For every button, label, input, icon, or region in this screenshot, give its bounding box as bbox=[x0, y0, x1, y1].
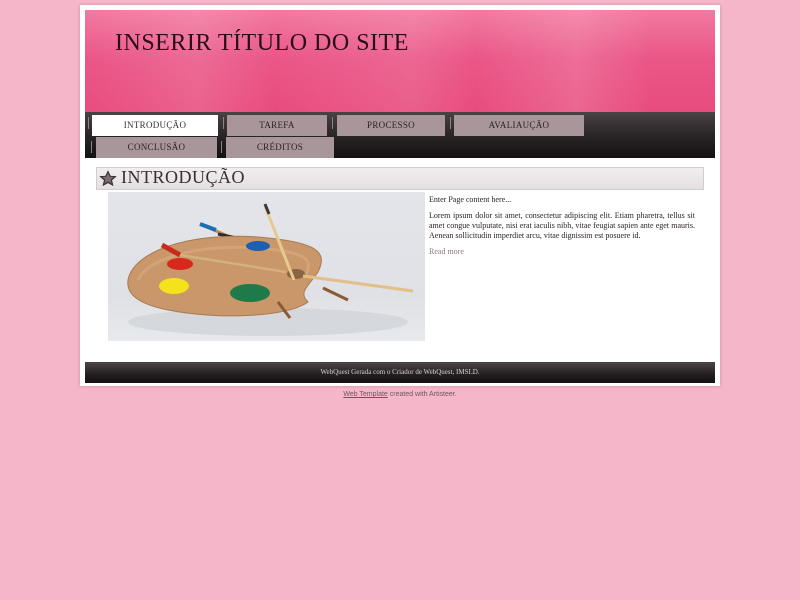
star-icon bbox=[99, 170, 117, 186]
page-content: Enter Page content here... Lorem ipsum d… bbox=[429, 195, 695, 257]
content-intro: Enter Page content here... bbox=[429, 195, 512, 204]
main-nav: INTRODUÇÃO TAREFA PROCESSO AVALIAUÇÃO CO… bbox=[85, 112, 715, 158]
tab-creditos[interactable]: CRÉDITOS bbox=[226, 137, 334, 158]
paint-palette-icon bbox=[127, 203, 414, 336]
read-more-link[interactable]: Read more bbox=[429, 247, 464, 256]
section-title: INTRODUÇÃO bbox=[121, 167, 245, 187]
tab-tarefa[interactable]: TAREFA bbox=[227, 115, 327, 136]
web-template-link[interactable]: Web Template bbox=[343, 391, 388, 398]
nav-separator bbox=[91, 141, 92, 153]
footer-text: WebQuest Gerada com o Criador de WebQues… bbox=[320, 368, 480, 376]
credit-suffix: created with Artisteer. bbox=[387, 391, 457, 398]
site-title: INSERIR TÍTULO DO SITE bbox=[115, 30, 409, 56]
tab-processo[interactable]: PROCESSO bbox=[337, 115, 445, 136]
nav-separator bbox=[332, 117, 333, 129]
template-credit: Web Template created with Artisteer. bbox=[0, 391, 800, 398]
site-footer: WebQuest Gerada com o Criador de WebQues… bbox=[85, 362, 715, 383]
nav-separator bbox=[221, 141, 222, 153]
tab-avaliacao[interactable]: AVALIAUÇÃO bbox=[454, 115, 584, 136]
nav-separator bbox=[450, 117, 451, 129]
nav-separator bbox=[88, 117, 89, 129]
paint-palette-image bbox=[108, 192, 425, 341]
nav-separator bbox=[223, 117, 224, 129]
content-body: Lorem ipsum dolor sit amet, consectetur … bbox=[429, 211, 695, 240]
tab-introducao[interactable]: INTRODUÇÃO bbox=[92, 115, 218, 136]
section-header: INTRODUÇÃO bbox=[96, 167, 704, 190]
site-header: INSERIR TÍTULO DO SITE bbox=[85, 10, 715, 117]
tab-conclusao[interactable]: CONCLUSÃO bbox=[96, 137, 217, 158]
